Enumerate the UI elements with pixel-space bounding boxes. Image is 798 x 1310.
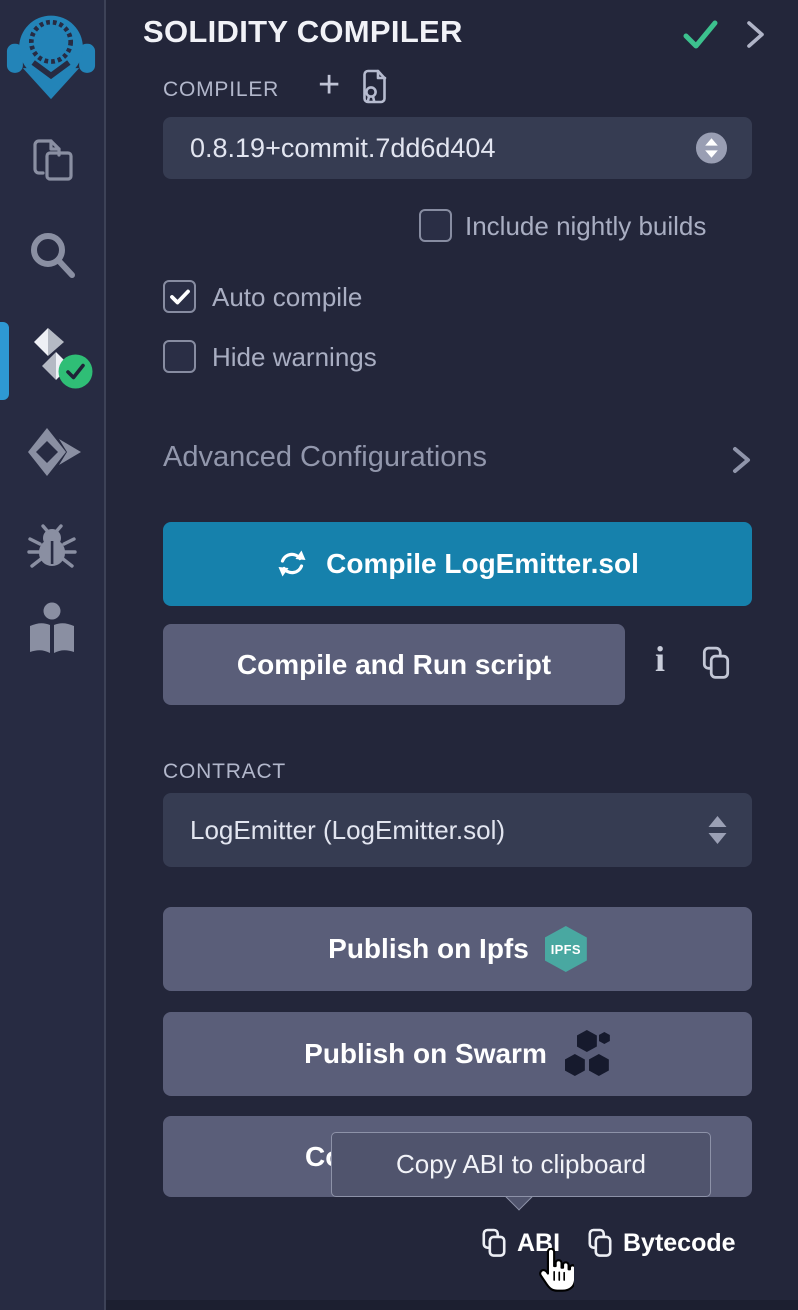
compile-and-run-button[interactable]: Compile and Run script [163,624,625,705]
files-icon [28,133,78,187]
copy-bytecode-button[interactable]: Bytecode [587,1228,736,1258]
plus-icon: + [318,64,340,106]
checkmark-icon [168,285,192,309]
include-nightly-checkbox[interactable] [419,209,452,242]
select-arrows-circle-icon [695,132,728,165]
ipfs-badge-text: IPFS [551,942,581,957]
publish-ipfs-button[interactable]: Publish on Ipfs IPFS [163,907,752,991]
sidebar-item-search[interactable] [26,228,80,286]
select-arrows-icon [707,815,728,845]
compiler-version-select[interactable]: 0.8.19+commit.7dd6d404 [163,117,752,179]
remix-logo[interactable] [6,8,96,102]
sidebar-item-debugger[interactable] [26,518,78,576]
compile-success-badge [58,354,93,394]
hide-warnings-checkbox[interactable] [163,340,196,373]
sidebar-item-deploy-and-run[interactable] [24,424,82,480]
search-icon [26,228,80,286]
sidebar-item-file-explorer[interactable] [28,133,78,187]
remix-solidity-compiler-panel: SOLIDITY COMPILER COMPILER + 0.8.19+comm… [0,0,798,1310]
publish-swarm-label: Publish on Swarm [304,1038,547,1070]
panel-bottom-edge [106,1300,798,1310]
compiler-license-button[interactable] [358,68,392,113]
refresh-icon [276,548,308,580]
chevron-right-icon [729,445,755,475]
advanced-configurations-toggle[interactable]: Advanced Configurations [163,441,487,474]
license-file-icon [358,68,392,108]
compiler-section-label: COMPILER [163,78,279,102]
sidebar-item-learneth[interactable] [26,600,78,660]
run-script-info-button[interactable]: i [655,638,665,680]
publish-ipfs-label: Publish on Ipfs [328,933,529,965]
copy-icon [481,1228,507,1258]
copy-script-button[interactable] [701,646,731,685]
copy-abi-tooltip: Copy ABI to clipboard [331,1132,711,1197]
chevron-right-icon [743,19,770,50]
contract-select[interactable]: LogEmitter (LogEmitter.sol) [163,793,752,867]
compile-and-run-label: Compile and Run script [237,649,551,681]
advanced-configurations-expand[interactable] [729,445,755,480]
compile-button[interactable]: Compile LogEmitter.sol [163,522,752,606]
contract-select-value: LogEmitter (LogEmitter.sol) [190,815,505,846]
swarm-logo-icon [563,1030,611,1078]
compile-status-check-icon [682,17,719,57]
book-reader-icon [26,600,78,660]
icon-sidebar [0,0,106,1310]
publish-swarm-button[interactable]: Publish on Swarm [163,1012,752,1096]
collapse-panel-button[interactable] [743,19,770,55]
bytecode-label: Bytecode [623,1229,736,1258]
active-plugin-indicator [0,322,9,400]
mouse-cursor-hand-icon [534,1248,574,1299]
contract-section-label: CONTRACT [163,760,286,784]
copy-icon [701,646,731,680]
compile-button-label: Compile LogEmitter.sol [326,548,639,580]
ethereum-deploy-icon [24,424,82,480]
compiler-version-value: 0.8.19+commit.7dd6d404 [190,133,495,164]
info-icon: i [655,639,665,679]
add-custom-compiler-button[interactable]: + [318,66,340,104]
copy-icon [587,1228,613,1258]
ipfs-logo-icon: IPFS [545,926,587,972]
bug-icon [26,518,78,576]
page-title: SOLIDITY COMPILER [143,14,463,50]
hide-warnings-label: Hide warnings [212,342,377,373]
auto-compile-checkbox[interactable] [163,280,196,313]
include-nightly-label: Include nightly builds [465,211,706,242]
auto-compile-label: Auto compile [212,282,362,313]
remix-logo-icon [6,8,96,102]
